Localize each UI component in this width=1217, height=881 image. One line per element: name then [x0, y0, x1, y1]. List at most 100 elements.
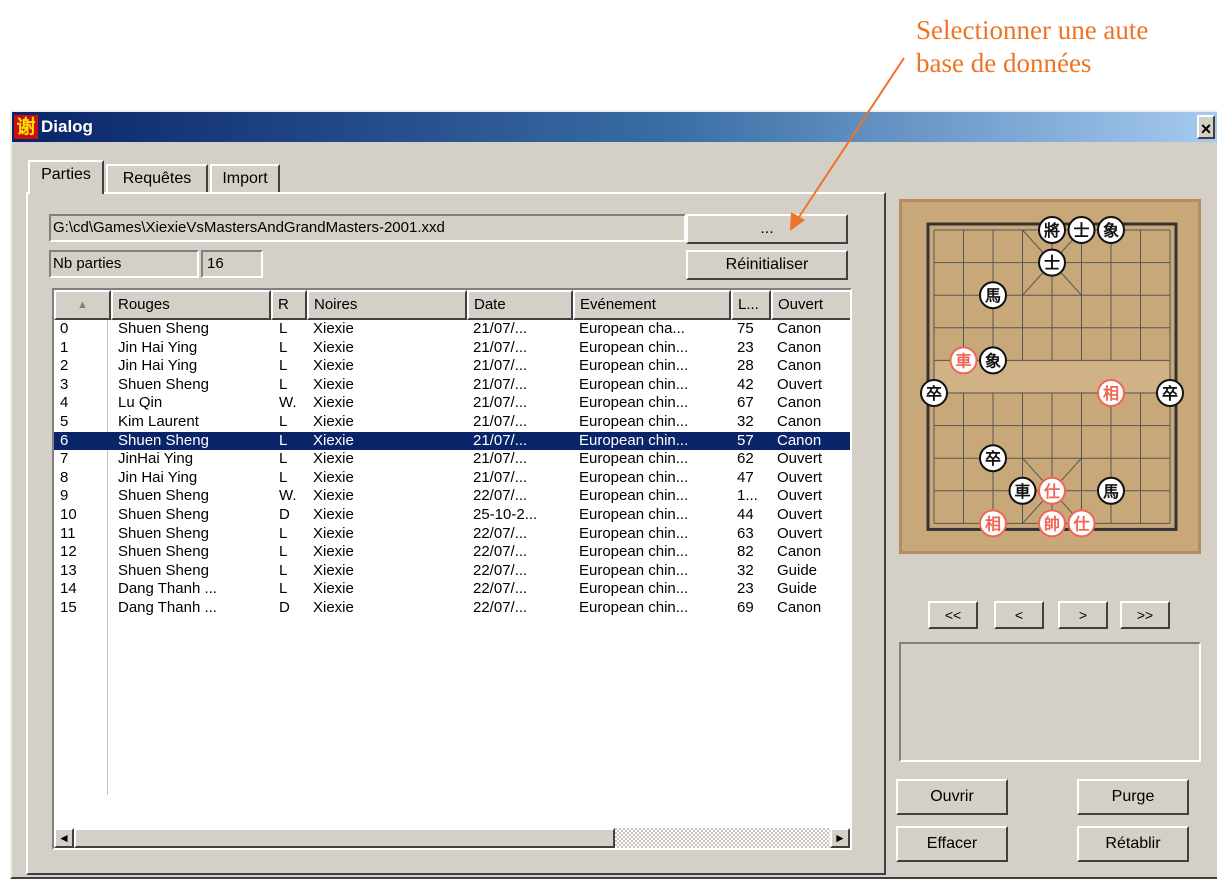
close-button[interactable]: ×: [1197, 115, 1215, 139]
table-cell: Ouvert: [777, 450, 823, 468]
table-cell: W.: [279, 394, 297, 412]
table-cell: L: [279, 357, 288, 375]
table-cell: European chin...: [579, 468, 689, 486]
table-row[interactable]: 2 Jin Hai Ying L Xiexie 21/07/... European ch…: [54, 357, 850, 376]
piece-glyph: 士: [1044, 254, 1060, 273]
table-cell: Dang Thanh ...: [118, 580, 217, 598]
scroll-thumb[interactable]: [74, 828, 615, 848]
annotation-line-1: Selectionner une aute: [916, 15, 1149, 45]
table-row[interactable]: 3 Shuen Sheng L Xiexie 21/07/... European chi…: [54, 375, 850, 395]
table-row[interactable]: 0 Shuen Sheng L Xiexie 21/07/... European cha…: [54, 320, 850, 339]
table-cell: Lu Qin: [118, 394, 163, 412]
table-cell: Shuen Sheng: [118, 524, 209, 542]
table-cell: 22/07/...: [473, 561, 528, 579]
table-cell: 67: [737, 394, 754, 412]
xiangqi-board[interactable]: 將士象士馬車 象卒相卒卒車仕馬相帥仕: [902, 202, 1198, 551]
table-row[interactable]: 4 Lu Qin W. Xiexie 21/07/... European chin...…: [54, 394, 850, 413]
column-header-rouges[interactable]: Rouges: [111, 290, 271, 320]
table-cell: Guide: [777, 561, 818, 579]
games-table[interactable]: ▲ Rouges R Noires Date Evénement L... Ou…: [52, 288, 852, 850]
scroll-right-icon[interactable]: ►: [830, 828, 850, 848]
table-row[interactable]: 13 Shuen Sheng L Xiexie 22/07/... European ch…: [54, 561, 850, 581]
table-cell: Xiexie: [313, 543, 354, 561]
table-row[interactable]: 14 Dang Thanh ... L Xiexie 22/07/... European…: [54, 580, 850, 599]
table-cell: Xiexie: [313, 412, 354, 430]
table-row[interactable]: 5 Kim Laurent L Xiexie 21/07/... European chi…: [54, 412, 850, 432]
restore-button[interactable]: Rétablir: [1077, 826, 1189, 862]
table-row[interactable]: 7 JinHai Ying L Xiexie 21/07/... European chi…: [54, 450, 850, 469]
table-cell: Shuen Sheng: [118, 431, 209, 449]
table-cell: Canon: [777, 320, 822, 337]
column-header-evenement[interactable]: Evénement: [573, 290, 731, 320]
table-cell: Xiexie: [313, 431, 354, 449]
tab-parties[interactable]: Parties: [28, 160, 104, 194]
scroll-track[interactable]: [615, 828, 830, 848]
table-cell: Canon: [777, 543, 822, 561]
purge-button[interactable]: Purge: [1077, 779, 1189, 815]
table-cell: 14: [60, 580, 77, 598]
first-move-button[interactable]: <<: [928, 601, 978, 629]
table-cell: D: [279, 598, 290, 616]
table-cell: European chin...: [579, 561, 689, 579]
table-cell: 21/07/...: [473, 468, 528, 486]
previous-move-button[interactable]: <: [994, 601, 1044, 629]
scroll-left-icon[interactable]: ◄: [54, 828, 74, 848]
browse-database-button[interactable]: ...: [686, 214, 848, 244]
table-row[interactable]: 12 Shuen Sheng L Xiexie 22/07/... European ch…: [54, 543, 850, 562]
annotation-callout: Selectionner une aute base de données: [916, 14, 1206, 80]
delete-button[interactable]: Effacer: [896, 826, 1008, 862]
piece-glyph: 仕: [1072, 514, 1089, 533]
table-cell: European chin...: [579, 543, 689, 561]
tab-requetes[interactable]: Requêtes: [106, 164, 208, 194]
piece-glyph: 馬: [985, 286, 1001, 305]
move-comment-box[interactable]: [899, 642, 1201, 762]
table-row[interactable]: 6 Shuen Sheng L Xiexie 21/07/... European chi…: [54, 431, 850, 451]
piece-glyph: 馬: [1103, 482, 1119, 501]
table-cell: Kim Laurent: [118, 412, 199, 430]
reset-button[interactable]: Réinitialiser: [686, 250, 848, 280]
piece-glyph: 車: [955, 351, 971, 370]
table-cell: European chin...: [579, 487, 689, 505]
table-row[interactable]: 10 Shuen Sheng D Xiexie 25-10-2... European c…: [54, 505, 850, 525]
sort-indicator-icon[interactable]: ▲: [54, 290, 111, 320]
table-cell: 6: [60, 431, 69, 449]
table-row[interactable]: 8 Jin Hai Ying L Xiexie 21/07/... European ch…: [54, 468, 850, 488]
column-header-date[interactable]: Date: [467, 290, 573, 320]
table-cell: Xiexie: [313, 394, 354, 412]
table-cell: 4: [60, 394, 69, 412]
piece-glyph: 仕: [1043, 482, 1060, 501]
next-move-button[interactable]: >: [1058, 601, 1108, 629]
table-cell: 3: [60, 375, 69, 393]
column-header-ouverture[interactable]: Ouvert: [771, 290, 850, 320]
table-cell: European chin...: [579, 375, 689, 393]
column-header-noires[interactable]: Noires: [307, 290, 467, 320]
horizontal-scrollbar[interactable]: ◄ ►: [54, 828, 850, 848]
open-button[interactable]: Ouvrir: [896, 779, 1008, 815]
tab-import[interactable]: Import: [210, 164, 280, 194]
table-cell: L: [279, 412, 288, 430]
table-cell: Canon: [777, 338, 822, 356]
game-count-label: Nb parties: [49, 250, 199, 278]
table-cell: 21/07/...: [473, 338, 528, 356]
column-header-result[interactable]: R: [271, 290, 307, 320]
xiangqi-board-frame: 將士象士馬車象卒相卒卒車仕馬相帥仕: [899, 199, 1201, 554]
table-cell: 21/07/...: [473, 431, 528, 449]
table-cell: L: [279, 524, 288, 542]
table-cell: 47: [737, 468, 754, 486]
table-cell: 21/07/...: [473, 357, 528, 375]
game-count-value: 16: [201, 250, 263, 278]
table-row[interactable]: 15 Dang Thanh ... D Xiexie 22/07/... European…: [54, 598, 850, 618]
last-move-button[interactable]: >>: [1120, 601, 1170, 629]
table-cell: 57: [737, 431, 754, 449]
table-cell: 22/07/...: [473, 543, 528, 561]
table-cell: Canon: [777, 412, 822, 430]
table-row[interactable]: 1 Jin Hai Ying L Xiexie 21/07/... European ch…: [54, 338, 850, 358]
table-cell: Xiexie: [313, 450, 354, 468]
title-bar[interactable]: 谢 Dialog ×: [12, 112, 1217, 142]
table-cell: L: [279, 561, 288, 579]
column-header-length[interactable]: L...: [731, 290, 771, 320]
table-row[interactable]: 11 Shuen Sheng L Xiexie 22/07/... European ch…: [54, 524, 850, 544]
table-row[interactable]: 9 Shuen Sheng W. Xiexie 22/07/... European ch…: [54, 487, 850, 506]
table-cell: 25-10-2...: [473, 505, 538, 523]
piece-glyph: 卒: [985, 449, 1001, 468]
